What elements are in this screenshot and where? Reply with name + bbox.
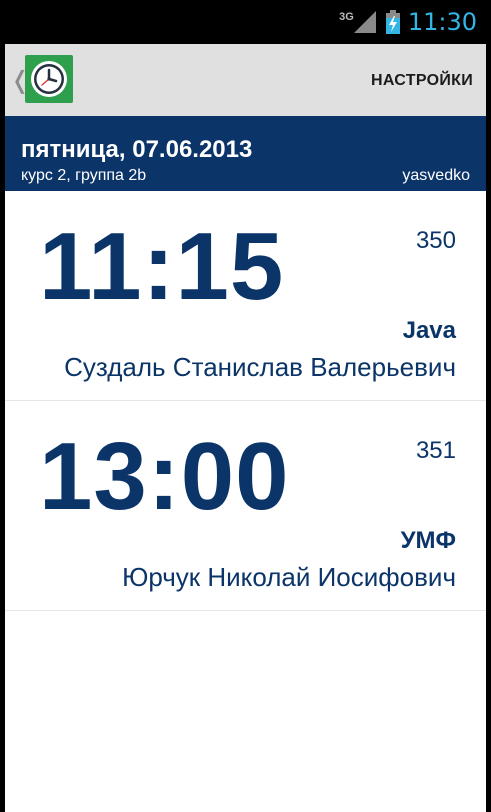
settings-button[interactable]: НАСТРОЙКИ — [371, 72, 473, 90]
lesson-item[interactable]: 11:15 350 Java Суздаль Станислав Валерье… — [5, 191, 486, 401]
lesson-teacher: Суздаль Станислав Валерьевич — [64, 352, 456, 382]
lesson-list: 11:15 350 Java Суздаль Станислав Валерье… — [5, 191, 486, 611]
lesson-room: 350 — [415, 227, 456, 254]
lesson-room: 351 — [415, 437, 456, 464]
lesson-time: 11:15 — [39, 213, 285, 320]
phone-screen: 3G 11:30 ❬ НАСТРОЙКИ пятница, 07.06.2013… — [0, 0, 491, 812]
action-bar: ❬ НАСТРОЙКИ — [5, 44, 486, 116]
lesson-time: 13:00 — [39, 423, 290, 530]
group-label: курс 2, группа 2b — [21, 167, 147, 184]
status-bar: 3G 11:30 — [0, 0, 491, 44]
date-header: пятница, 07.06.2013 курс 2, группа 2b ya… — [5, 116, 486, 191]
lesson-subject: Java — [402, 317, 456, 344]
lesson-item[interactable]: 13:00 351 УМФ Юрчук Николай Иосифович — [5, 401, 486, 611]
signal-icon — [353, 11, 376, 33]
date-title: пятница, 07.06.2013 — [21, 136, 253, 163]
clock-icon — [31, 61, 67, 97]
lesson-subject: УМФ — [400, 527, 456, 554]
lesson-teacher: Юрчук Николай Иосифович — [122, 562, 456, 592]
username-label: yasvedko — [402, 167, 470, 184]
battery-charging-icon — [385, 10, 400, 34]
app-home-button[interactable] — [25, 55, 73, 103]
network-type-label: 3G — [339, 11, 354, 23]
status-clock: 11:30 — [407, 8, 477, 36]
app-window: ❬ НАСТРОЙКИ пятница, 07.06.2013 курс 2, … — [5, 44, 486, 812]
